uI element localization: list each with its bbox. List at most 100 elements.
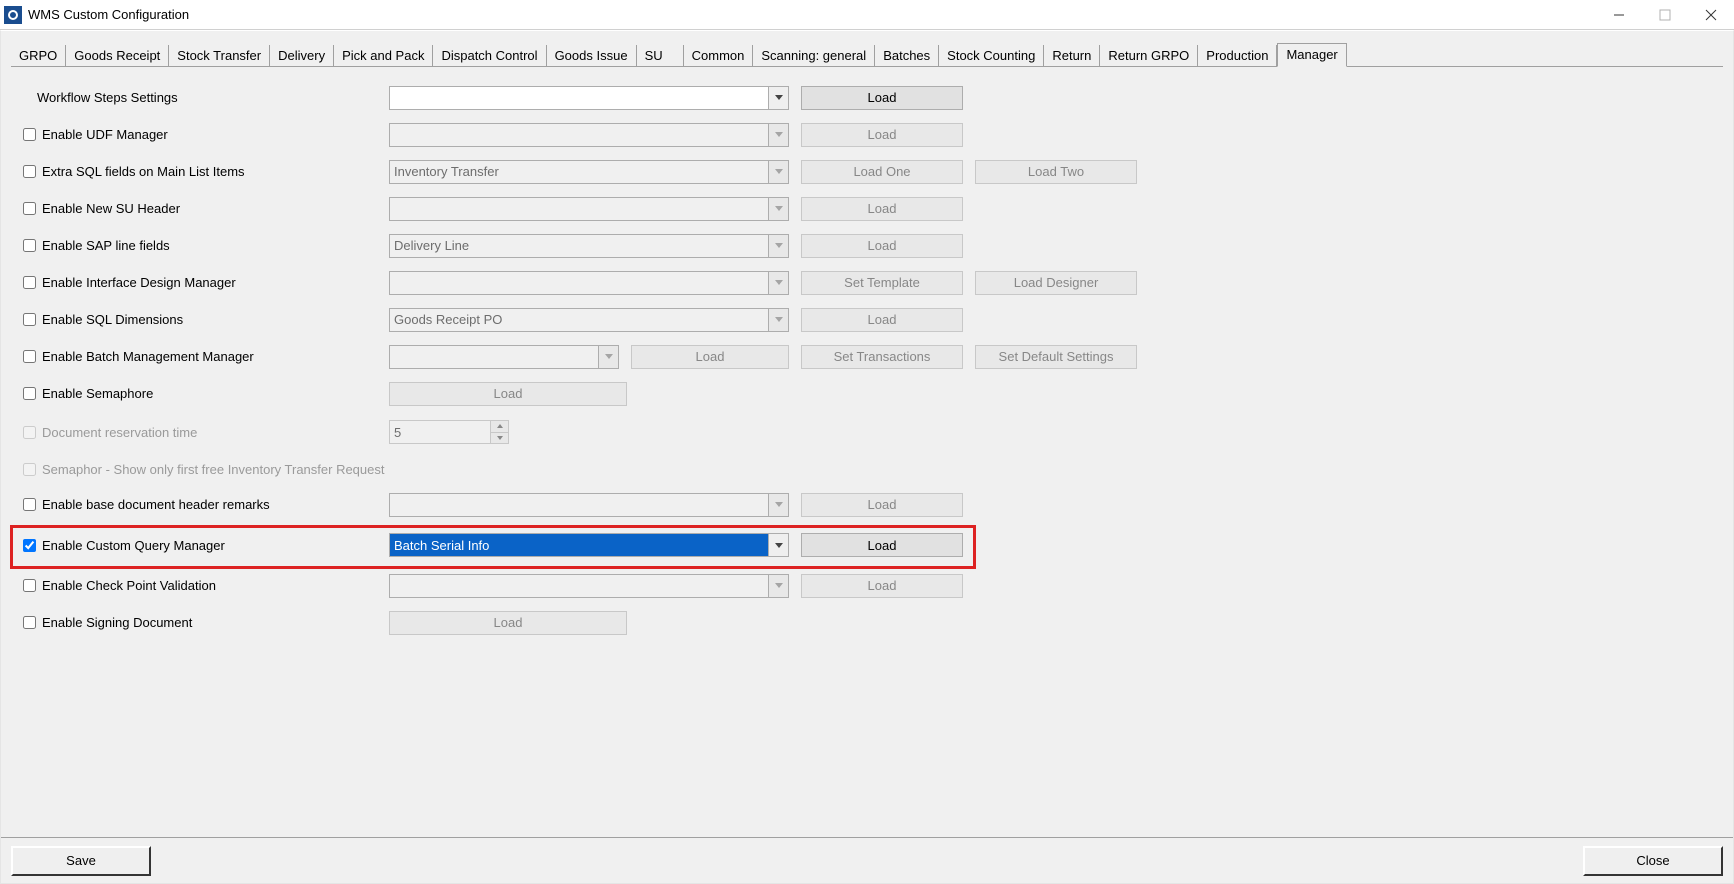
bottom-bar: Save Close: [1, 837, 1733, 883]
set-transactions-button: Set Transactions: [801, 345, 963, 369]
row-check-point: Enable Check Point Validation Load: [19, 567, 1715, 604]
tab-pick-and-pack[interactable]: Pick and Pack: [334, 45, 433, 67]
row-signing: Enable Signing Document Load: [19, 604, 1715, 641]
tab-manager[interactable]: Manager: [1277, 43, 1346, 67]
checkbox-udf[interactable]: [23, 128, 36, 141]
combo-new-su: [389, 197, 789, 221]
combo-interface-design: [389, 271, 789, 295]
tab-return[interactable]: Return: [1044, 45, 1100, 67]
label-semaphore: Enable Semaphore: [42, 386, 153, 401]
checkbox-batch-mgmt[interactable]: [23, 350, 36, 363]
checkbox-new-su[interactable]: [23, 202, 36, 215]
combo-batch-mgmt: [389, 345, 619, 369]
load-check-point-button: Load: [801, 574, 963, 598]
tab-su[interactable]: SU: [637, 45, 684, 67]
tab-scanning-general[interactable]: Scanning: general: [753, 45, 875, 67]
label-new-su: Enable New SU Header: [42, 201, 180, 216]
tab-production[interactable]: Production: [1198, 45, 1277, 67]
chevron-down-icon: [768, 235, 788, 257]
load-one-button: Load One: [801, 160, 963, 184]
tab-return-grpo[interactable]: Return GRPO: [1100, 45, 1198, 67]
checkbox-extra-sql[interactable]: [23, 165, 36, 178]
row-new-su: Enable New SU Header Load: [19, 190, 1715, 227]
checkbox-doc-res-time: [23, 426, 36, 439]
window-controls: [1596, 0, 1734, 29]
tab-batches[interactable]: Batches: [875, 45, 939, 67]
chevron-down-icon: [768, 309, 788, 331]
minimize-button[interactable]: [1596, 0, 1642, 29]
label-udf: Enable UDF Manager: [42, 127, 168, 142]
row-sql-dim: Enable SQL Dimensions Goods Receipt PO L…: [19, 301, 1715, 338]
row-semaphore: Enable Semaphore Load: [19, 375, 1715, 412]
manager-panel: Workflow Steps Settings Load Enable UDF …: [11, 66, 1723, 816]
row-udf: Enable UDF Manager Load: [19, 116, 1715, 153]
tab-strip: GRPO Goods Receipt Stock Transfer Delive…: [11, 41, 1723, 66]
checkbox-custom-query[interactable]: [23, 539, 36, 552]
close-button[interactable]: Close: [1583, 846, 1723, 876]
checkbox-base-doc-remarks[interactable]: [23, 498, 36, 511]
tab-goods-receipt[interactable]: Goods Receipt: [66, 45, 169, 67]
checkbox-sap-line[interactable]: [23, 239, 36, 252]
load-sql-dim-button: Load: [801, 308, 963, 332]
combo-sap-line: Delivery Line: [389, 234, 789, 258]
combo-custom-query[interactable]: Batch Serial Info: [389, 533, 789, 557]
row-batch-mgmt: Enable Batch Management Manager Load Set…: [19, 338, 1715, 375]
combo-base-doc-remarks: [389, 493, 789, 517]
checkbox-sql-dim[interactable]: [23, 313, 36, 326]
chevron-down-icon: [598, 346, 618, 368]
chevron-down-icon[interactable]: [768, 534, 788, 556]
load-signing-button: Load: [389, 611, 627, 635]
row-extra-sql: Extra SQL fields on Main List Items Inve…: [19, 153, 1715, 190]
label-sap-line: Enable SAP line fields: [42, 238, 170, 253]
row-interface-design: Enable Interface Design Manager Set Temp…: [19, 264, 1715, 301]
load-new-su-button: Load: [801, 197, 963, 221]
row-custom-query: Enable Custom Query Manager Batch Serial…: [19, 523, 1715, 567]
label-base-doc-remarks: Enable base document header remarks: [42, 497, 270, 512]
app-icon: [4, 6, 22, 24]
chevron-down-icon: [768, 575, 788, 597]
row-sap-line: Enable SAP line fields Delivery Line Loa…: [19, 227, 1715, 264]
load-workflow-button[interactable]: Load: [801, 86, 963, 110]
load-two-button: Load Two: [975, 160, 1137, 184]
combo-sql-dim: Goods Receipt PO: [389, 308, 789, 332]
combo-extra-sql: Inventory Transfer: [389, 160, 789, 184]
load-udf-button: Load: [801, 123, 963, 147]
checkbox-check-point[interactable]: [23, 579, 36, 592]
maximize-button[interactable]: [1642, 0, 1688, 29]
tab-grpo[interactable]: GRPO: [11, 45, 66, 67]
chevron-down-icon: [768, 272, 788, 294]
label-sql-dim: Enable SQL Dimensions: [42, 312, 183, 327]
combo-workflow[interactable]: [389, 86, 789, 110]
label-check-point: Enable Check Point Validation: [42, 578, 216, 593]
load-base-doc-remarks-button: Load: [801, 493, 963, 517]
load-semaphore-button: Load: [389, 382, 627, 406]
label-workflow: Workflow Steps Settings: [37, 90, 178, 105]
load-custom-query-button[interactable]: Load: [801, 533, 963, 557]
checkbox-semaphore[interactable]: [23, 387, 36, 400]
checkbox-signing[interactable]: [23, 616, 36, 629]
label-custom-query: Enable Custom Query Manager: [42, 538, 225, 553]
label-semaphor-first: Semaphor - Show only first free Inventor…: [42, 462, 385, 477]
checkbox-interface-design[interactable]: [23, 276, 36, 289]
tab-dispatch-control[interactable]: Dispatch Control: [433, 45, 546, 67]
chevron-down-icon[interactable]: [768, 87, 788, 109]
load-designer-button: Load Designer: [975, 271, 1137, 295]
main-frame: GRPO Goods Receipt Stock Transfer Delive…: [0, 30, 1734, 884]
tab-delivery[interactable]: Delivery: [270, 45, 334, 67]
spinner-buttons: [490, 421, 508, 443]
chevron-down-icon: [768, 161, 788, 183]
save-button[interactable]: Save: [11, 846, 151, 876]
tab-stock-counting[interactable]: Stock Counting: [939, 45, 1044, 67]
label-signing: Enable Signing Document: [42, 615, 192, 630]
tab-goods-issue[interactable]: Goods Issue: [547, 45, 637, 67]
set-default-settings-button: Set Default Settings: [975, 345, 1137, 369]
label-batch-mgmt: Enable Batch Management Manager: [42, 349, 254, 364]
chevron-down-icon: [768, 198, 788, 220]
chevron-down-icon: [768, 494, 788, 516]
chevron-down-icon: [768, 124, 788, 146]
tab-stock-transfer[interactable]: Stock Transfer: [169, 45, 270, 67]
tab-common[interactable]: Common: [684, 45, 754, 67]
window-title: WMS Custom Configuration: [28, 7, 189, 22]
row-doc-res-time: Document reservation time 5: [19, 412, 1715, 452]
close-window-button[interactable]: [1688, 0, 1734, 29]
